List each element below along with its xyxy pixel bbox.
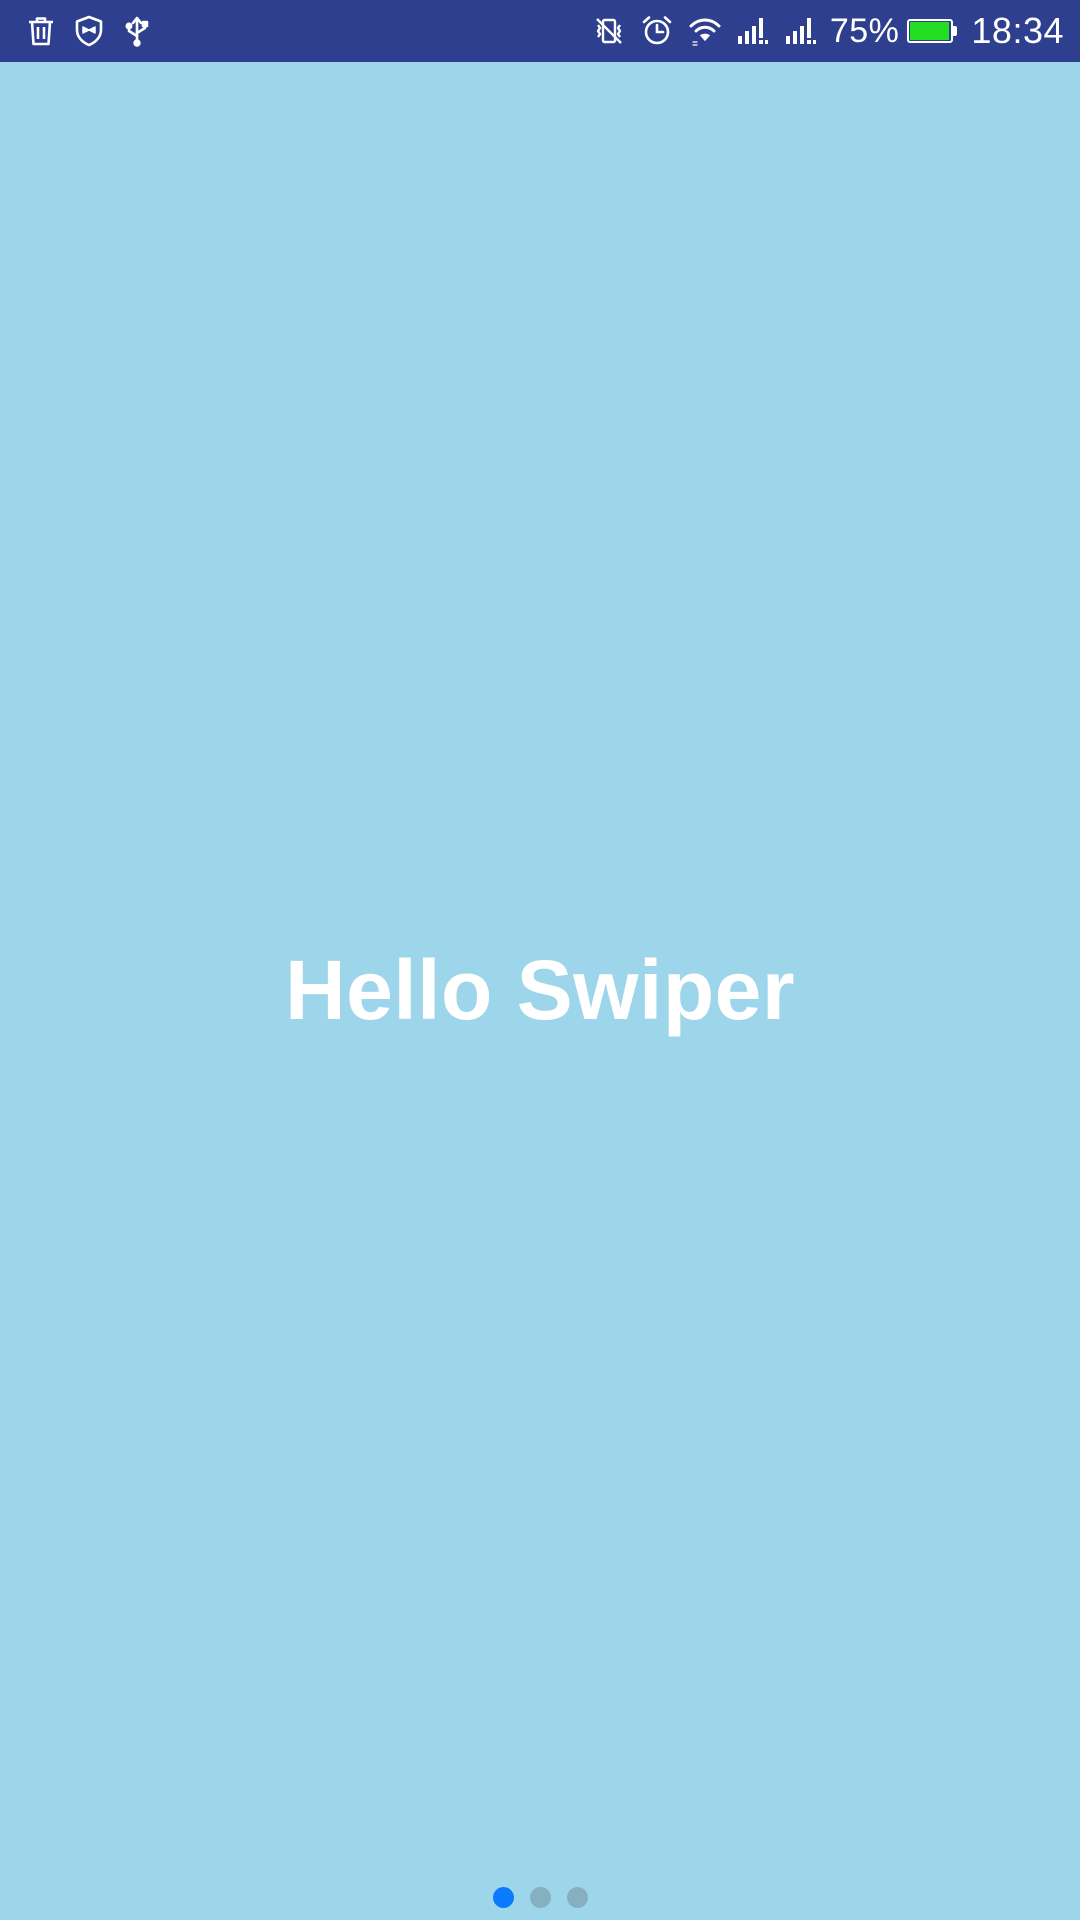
trash-icon: [24, 14, 58, 48]
battery-body: [907, 19, 954, 43]
status-bar-left: [24, 0, 168, 62]
signal-sim2-icon: [784, 14, 818, 48]
usb-icon: [120, 14, 154, 48]
pagination-bullet[interactable]: [529, 1887, 551, 1908]
pagination-bullet[interactable]: [566, 1887, 588, 1908]
alarm-icon: [640, 14, 674, 48]
battery-tip: [953, 26, 958, 36]
slide-title: Hello Swiper: [284, 943, 796, 1037]
battery-fill: [910, 22, 950, 40]
vibrate-off-icon: [592, 14, 626, 48]
status-bar-right: 75% 18:34: [578, 0, 1064, 62]
swiper-pagination: [0, 1887, 1080, 1908]
status-clock: 18:34: [971, 10, 1064, 51]
status-bar: 75% 18:34: [0, 0, 1080, 62]
pagination-bullet[interactable]: [492, 1887, 514, 1908]
battery-icon: [907, 17, 959, 45]
wifi-icon: [688, 14, 722, 48]
battery-percent: 75%: [829, 11, 900, 50]
shield-icon: [72, 14, 106, 48]
swiper-slide[interactable]: Hello Swiper: [0, 62, 1080, 1920]
signal-sim1-icon: [736, 14, 770, 48]
